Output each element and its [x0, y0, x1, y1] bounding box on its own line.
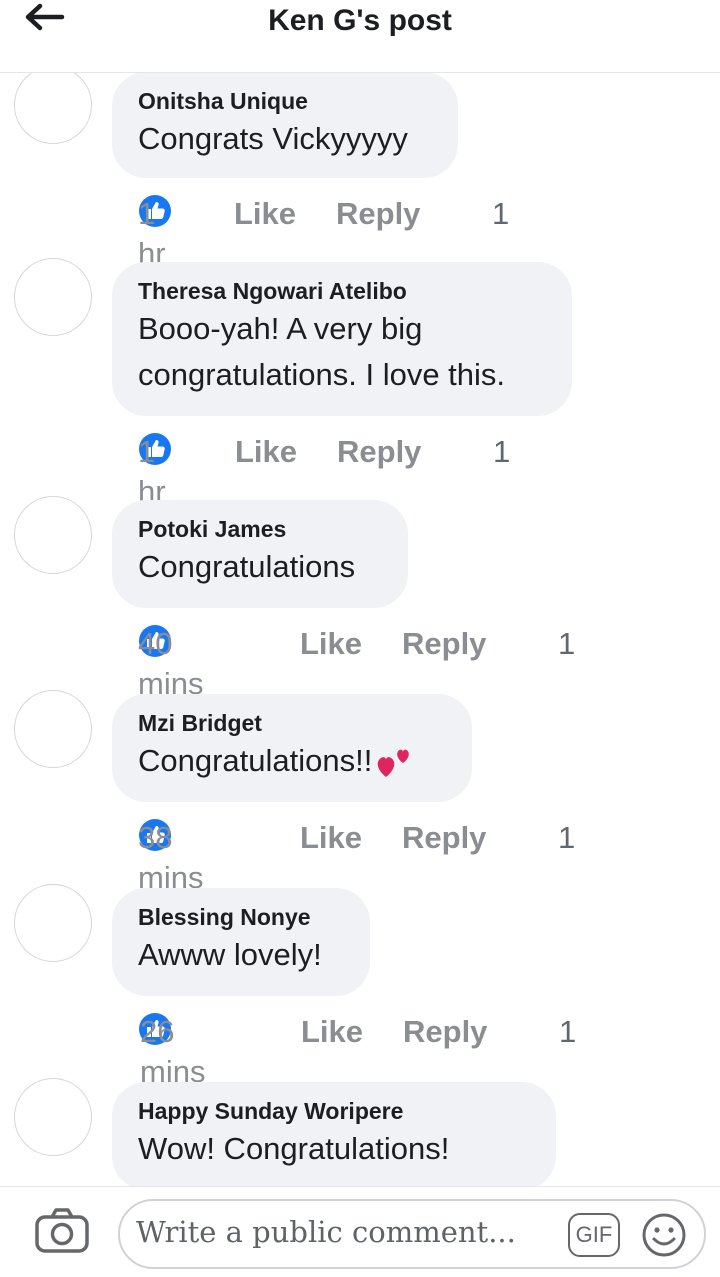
reply-button[interactable]: Reply	[336, 194, 420, 234]
like-button[interactable]: Like	[300, 624, 362, 664]
smiley-icon[interactable]	[640, 1211, 688, 1259]
comment-actions: 40 mins Like Reply 1	[138, 624, 575, 701]
avatar[interactable]	[14, 1078, 92, 1156]
avatar[interactable]	[14, 258, 92, 336]
page-title: Ken G's post	[268, 4, 452, 37]
comment-actions: 38 mins Like Reply 1	[138, 818, 575, 895]
like-button[interactable]: Like	[300, 818, 362, 858]
comment-actions: 26 mins Like Reply 1	[138, 1012, 576, 1089]
avatar[interactable]	[14, 66, 92, 144]
avatar[interactable]	[14, 884, 92, 962]
comment-time[interactable]: 38 mins	[138, 818, 203, 898]
reply-button[interactable]: Reply	[402, 818, 486, 858]
reaction-count: 1	[559, 1014, 577, 1049]
comment-composer: Write a public comment... GIF	[0, 1186, 720, 1277]
reply-button[interactable]: Reply	[337, 432, 421, 472]
comment-text: Wow! Congratulations!	[138, 1131, 450, 1166]
like-button[interactable]: Like	[234, 194, 296, 234]
avatar[interactable]	[14, 690, 92, 768]
comment-input-placeholder: Write a public comment...	[136, 1215, 516, 1249]
camera-icon[interactable]	[34, 1207, 90, 1255]
comment-bubble[interactable]: Potoki James Congratulations	[112, 500, 408, 608]
comment-time[interactable]: 40 mins	[138, 624, 203, 704]
comment-text: Congratulations!!	[138, 738, 444, 784]
comment-text: Awww lovely!	[138, 937, 322, 972]
reaction-count: 1	[493, 434, 511, 469]
comment-bubble[interactable]: Onitsha Unique Congrats Vickyyyyy	[112, 72, 458, 178]
avatar[interactable]	[14, 496, 92, 574]
two-hearts-icon	[378, 749, 410, 777]
comment-bubble[interactable]: Blessing Nonye Awww lovely!	[112, 888, 370, 996]
reaction-count: 1	[558, 820, 576, 855]
comment-actions: 1 hr Like Reply 1	[138, 432, 510, 509]
comment-text-content: Congratulations!!	[138, 743, 373, 778]
comment-text: Congrats Vickyyyyy	[138, 121, 408, 156]
comment-author[interactable]: Blessing Nonye	[138, 902, 342, 932]
reaction-count: 1	[558, 626, 576, 661]
comment-actions: 1 hr Like Reply 1	[138, 194, 509, 271]
comment-author[interactable]: Happy Sunday Woripere	[138, 1096, 528, 1126]
comment-author[interactable]: Onitsha Unique	[138, 86, 430, 116]
reaction-count: 1	[492, 196, 510, 231]
post-header: Ken G's post	[0, 0, 720, 73]
reply-button[interactable]: Reply	[403, 1012, 487, 1052]
reply-button[interactable]: Reply	[402, 624, 486, 664]
gif-button[interactable]: GIF	[568, 1213, 620, 1257]
comment-author[interactable]: Mzi Bridget	[138, 708, 444, 738]
comment-text: Congratulations	[138, 549, 356, 584]
comment-bubble[interactable]: Happy Sunday Woripere Wow! Congratulatio…	[112, 1082, 556, 1190]
comment-text: Booo-yah! A very big congratulations. I …	[138, 311, 506, 392]
comment-bubble[interactable]: Mzi Bridget Congratulations!!	[112, 694, 472, 802]
like-button[interactable]: Like	[235, 432, 297, 472]
comment-time[interactable]: 26 mins	[140, 1012, 205, 1092]
comment-input[interactable]: Write a public comment... GIF	[118, 1199, 706, 1269]
comment-author[interactable]: Potoki James	[138, 514, 380, 544]
comment-author[interactable]: Theresa Ngowari Atelibo	[138, 276, 544, 306]
comment-bubble[interactable]: Theresa Ngowari Atelibo Booo-yah! A very…	[112, 262, 572, 416]
like-button[interactable]: Like	[301, 1012, 363, 1052]
